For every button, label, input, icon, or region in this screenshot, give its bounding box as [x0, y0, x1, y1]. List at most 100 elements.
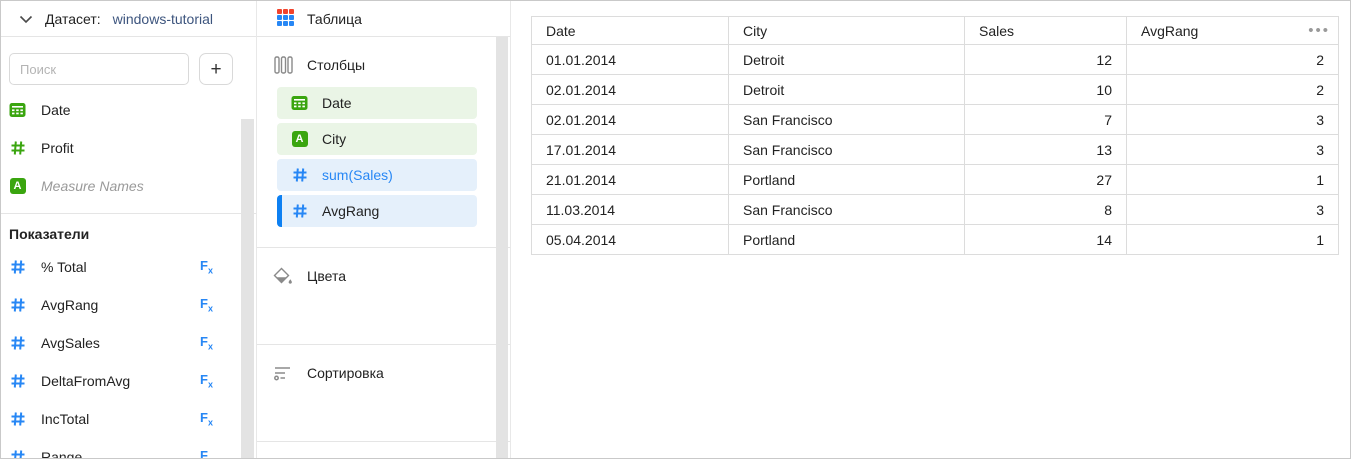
field-label: Profit: [41, 140, 74, 156]
formula-icon[interactable]: Fx: [200, 296, 213, 314]
dataset-label: Датасет:: [45, 11, 101, 27]
table-cell-date: 02.01.2014: [532, 75, 729, 105]
field-label: Measure Names: [41, 178, 144, 194]
hash-icon: [9, 259, 26, 276]
table-cell-sales: 10: [965, 75, 1127, 105]
field-label: AvgRang: [41, 297, 98, 313]
columns-chips: Date ACity sum(Sales) AvgRang: [277, 87, 477, 227]
field-label: DeltaFromAvg: [41, 373, 130, 389]
table-row: 11.03.2014San Francisco83: [532, 195, 1339, 225]
hash-icon: [9, 411, 26, 428]
table-visualization-icon: [277, 9, 294, 29]
table-header-row: DateCitySales AvgRang •••: [532, 17, 1339, 45]
hash-icon: [9, 297, 26, 314]
sidebar-scrollbar[interactable]: [241, 119, 254, 458]
table-cell-sales: 14: [965, 225, 1127, 255]
column-header-avgrang[interactable]: AvgRang •••: [1127, 17, 1339, 45]
field-label: Date: [41, 102, 71, 118]
dimensions-list: Date Profit AMeasure Names: [1, 91, 256, 205]
table-cell-date: 01.01.2014: [532, 45, 729, 75]
colors-section-header: Цвета: [273, 262, 510, 290]
formula-icon[interactable]: Fx: [200, 372, 213, 390]
calendar-icon: [9, 102, 26, 119]
column-chip[interactable]: ACity: [277, 123, 477, 155]
table-cell-city: Detroit: [729, 45, 965, 75]
visualization-title: Таблица: [307, 11, 362, 27]
hash-icon: [291, 167, 308, 184]
measure-field[interactable]: AvgRang Fx: [1, 286, 256, 324]
formula-icon[interactable]: Fx: [200, 448, 213, 459]
panel-scrollbar[interactable]: [496, 37, 508, 458]
field-label: IncTotal: [41, 411, 89, 427]
panel-body: Столбцы Date ACity sum(Sales) AvgRang Цвета: [257, 37, 510, 458]
columns-section-header: Столбцы: [273, 51, 510, 79]
dataset-header: Датасет: windows-tutorial: [1, 1, 256, 37]
column-header-date[interactable]: Date: [532, 17, 729, 45]
colors-section-label: Цвета: [307, 268, 346, 284]
visualization-selector[interactable]: Таблица: [257, 1, 510, 37]
column-header-city[interactable]: City: [729, 17, 965, 45]
chevron-down-icon[interactable]: [19, 11, 33, 27]
table-cell-city: San Francisco: [729, 195, 965, 225]
hash-icon: [9, 449, 26, 459]
field-label: Range: [41, 449, 82, 459]
colors-section[interactable]: Цвета: [257, 248, 510, 345]
table-row: 02.01.2014Detroit102: [532, 75, 1339, 105]
measures-list: % TotalFxAvgRangFxAvgSalesFxDeltaFromAvg…: [1, 248, 256, 459]
hash-icon: [9, 140, 26, 157]
column-chip[interactable]: AvgRang: [277, 195, 477, 227]
table-body: 01.01.2014Detroit12202.01.2014Detroit102…: [532, 45, 1339, 255]
table-cell-avgrang: 2: [1127, 45, 1339, 75]
app-window: Датасет: windows-tutorial + DateProfitAM…: [0, 0, 1351, 459]
dimension-field[interactable]: AMeasure Names: [1, 167, 256, 205]
column-header-sales[interactable]: Sales: [965, 17, 1127, 45]
table-cell-city: Portland: [729, 225, 965, 255]
chip-label: sum(Sales): [322, 167, 393, 183]
columns-section: Столбцы Date ACity sum(Sales) AvgRang: [257, 37, 510, 248]
dataset-name-link[interactable]: windows-tutorial: [113, 11, 213, 27]
column-chip[interactable]: Date: [277, 87, 477, 119]
hash-icon: [9, 335, 26, 352]
sorting-section-header: Сортировка: [273, 359, 510, 387]
more-icon[interactable]: •••: [1308, 23, 1330, 38]
column-header-label: AvgRang: [1141, 23, 1198, 39]
table-cell-city: San Francisco: [729, 135, 965, 165]
table-cell-date: 05.04.2014: [532, 225, 729, 255]
table-cell-avgrang: 3: [1127, 135, 1339, 165]
dimension-field[interactable]: Date: [1, 91, 256, 129]
table-cell-avgrang: 3: [1127, 105, 1339, 135]
table-cell-city: Portland: [729, 165, 965, 195]
hash-icon: [9, 373, 26, 390]
table-cell-date: 11.03.2014: [532, 195, 729, 225]
formula-icon[interactable]: Fx: [200, 258, 213, 276]
table-cell-sales: 7: [965, 105, 1127, 135]
hash-icon: [291, 203, 308, 220]
measure-field[interactable]: AvgSales Fx: [1, 324, 256, 362]
field-label: AvgSales: [41, 335, 100, 351]
add-field-button[interactable]: +: [199, 53, 233, 85]
measure-field[interactable]: IncTotal Fx: [1, 400, 256, 438]
search-input[interactable]: [9, 53, 189, 85]
columns-icon: [273, 55, 293, 75]
measure-field[interactable]: DeltaFromAvg Fx: [1, 362, 256, 400]
chip-label: AvgRang: [322, 203, 379, 219]
measure-field[interactable]: % TotalFx: [1, 248, 256, 286]
letter-a-icon: A: [291, 131, 308, 148]
chart-preview-area: DateCitySales AvgRang ••• 01.01.2014Detroi…: [511, 1, 1350, 458]
measures-section-title: Показатели: [1, 214, 256, 248]
table-row: 21.01.2014Portland271: [532, 165, 1339, 195]
measure-field[interactable]: Range Fx: [1, 438, 256, 459]
dimension-field[interactable]: Profit: [1, 129, 256, 167]
chip-label: Date: [322, 95, 352, 111]
table-row: 01.01.2014Detroit122: [532, 45, 1339, 75]
column-chip[interactable]: sum(Sales): [277, 159, 477, 191]
columns-section-label: Столбцы: [307, 57, 365, 73]
sorting-section[interactable]: Сортировка: [257, 345, 510, 442]
table-cell-city: Detroit: [729, 75, 965, 105]
formula-icon[interactable]: Fx: [200, 410, 213, 428]
result-table: DateCitySales AvgRang ••• 01.01.2014Detroi…: [531, 16, 1339, 255]
search-row: +: [1, 37, 256, 91]
sort-icon: [273, 363, 293, 383]
formula-icon[interactable]: Fx: [200, 334, 213, 352]
table-cell-avgrang: 1: [1127, 165, 1339, 195]
